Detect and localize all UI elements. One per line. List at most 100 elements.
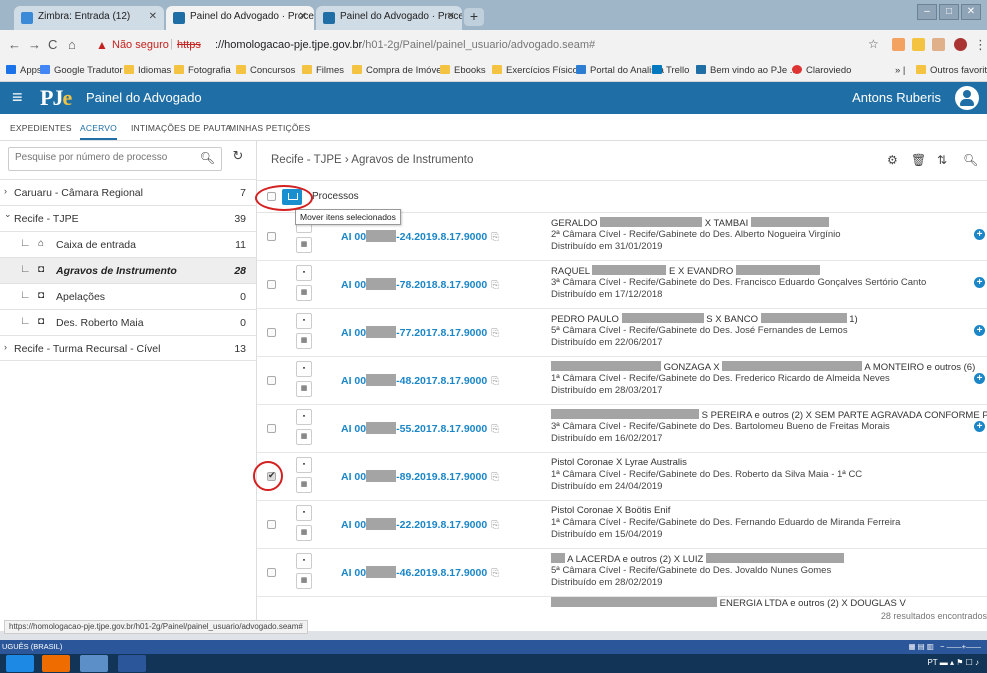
document-icon[interactable]: ▪ xyxy=(296,553,312,569)
document-icon[interactable]: ▪ xyxy=(296,457,312,473)
calendar-icon[interactable]: ▦ xyxy=(296,477,312,493)
profile-icon[interactable] xyxy=(954,38,967,51)
reload-icon[interactable]: C xyxy=(48,37,57,52)
calendar-icon[interactable]: ▦ xyxy=(296,285,312,301)
tree-item-agravos[interactable]: ∟ ◘ Agravos de Instrumento 28 xyxy=(0,257,256,283)
new-tab-button[interactable]: + xyxy=(464,8,484,26)
process-number-link[interactable]: AI 00 -55.2017.8.17.9000 ⎘ xyxy=(341,422,499,435)
bookmark-other[interactable]: Outros favoritos xyxy=(916,65,987,76)
process-number-link[interactable]: AI 00 -24.2019.8.17.9000 ⎘ xyxy=(341,230,499,243)
copy-icon[interactable]: ⎘ xyxy=(491,424,499,435)
start-button[interactable] xyxy=(6,655,34,672)
search-icon[interactable]: 🔍︎ xyxy=(963,153,978,167)
browser-tab-painel[interactable]: Painel do Advogado · Processo J ✕ xyxy=(316,6,462,30)
bookmark-idiomas[interactable]: Idiomas xyxy=(124,65,171,76)
table-row[interactable]: ▪ ▦ AI 00 -78.2018.8.17.9000 ⎘ RAQUEL E X … xyxy=(257,261,987,309)
document-icon[interactable]: ▪ xyxy=(296,361,312,377)
extension-icon[interactable] xyxy=(892,38,905,51)
copy-icon[interactable]: ⎘ xyxy=(491,232,499,243)
process-number-link[interactable]: AI 00 -78.2018.8.17.9000 ⎘ xyxy=(341,278,499,291)
firefox-icon[interactable] xyxy=(42,655,70,672)
close-window-icon[interactable]: ✕ xyxy=(961,4,981,20)
extension-icon[interactable] xyxy=(912,38,925,51)
row-checkbox[interactable] xyxy=(267,328,276,337)
table-row[interactable]: ▪ ▦ AI 00 -46.2019.8.17.9000 ⎘ A LACERDA e… xyxy=(257,549,987,597)
sort-icon[interactable]: ⇅ xyxy=(937,153,947,167)
kebab-menu-icon[interactable]: ⋮ xyxy=(974,37,987,53)
calendar-icon[interactable]: ▦ xyxy=(296,573,312,589)
document-icon[interactable]: ▪ xyxy=(296,409,312,425)
calendar-icon[interactable]: ▦ xyxy=(296,237,312,253)
row-checkbox[interactable] xyxy=(267,376,276,385)
bookmark-pje[interactable]: Bem vindo ao PJe ... xyxy=(696,65,798,76)
table-row[interactable]: ▪ ▦ AI 00 -77.2017.8.17.9000 ⎘ PEDRO PAULO… xyxy=(257,309,987,357)
user-name[interactable]: Antons Ruberis xyxy=(852,90,941,105)
tree-item-caruaru[interactable]: › Caruaru - Câmara Regional 7 xyxy=(0,179,256,205)
add-icon[interactable]: + xyxy=(974,277,985,288)
document-icon[interactable]: ▪ xyxy=(296,505,312,521)
forward-icon[interactable]: → xyxy=(28,37,41,52)
calendar-icon[interactable]: ▦ xyxy=(296,525,312,541)
add-icon[interactable]: + xyxy=(974,421,985,432)
calendar-icon[interactable]: ▦ xyxy=(296,429,312,445)
star-icon[interactable]: ☆ xyxy=(868,37,879,51)
maximize-icon[interactable]: □ xyxy=(939,4,959,20)
explorer-icon[interactable] xyxy=(80,655,108,672)
tree-item-recife-tjpe[interactable]: ⌄ Recife - TJPE 39 xyxy=(0,205,256,231)
zoom-slider[interactable]: ▦ ▤ ▥ − ——+—— xyxy=(908,642,981,651)
copy-icon[interactable]: ⎘ xyxy=(491,376,499,387)
process-number-link[interactable]: AI 00 -89.2019.8.17.9000 ⎘ xyxy=(341,470,499,483)
copy-icon[interactable]: ⎘ xyxy=(491,328,499,339)
tab-minhas-peticoes[interactable]: MINHAS PETIÇÕES xyxy=(229,123,310,133)
process-number-link[interactable]: AI 00 -48.2017.8.17.9000 ⎘ xyxy=(341,374,499,387)
row-checkbox[interactable] xyxy=(267,424,276,433)
bookmark-google-tradutor[interactable]: Google Tradutor xyxy=(40,65,123,76)
extension-icon[interactable] xyxy=(932,38,945,51)
close-icon[interactable]: ✕ xyxy=(447,11,455,22)
bookmark-portal-analista[interactable]: Portal do Analista xyxy=(576,65,664,76)
row-checkbox[interactable] xyxy=(267,520,276,529)
close-icon[interactable]: ✕ xyxy=(299,11,307,22)
row-checkbox[interactable] xyxy=(267,232,276,241)
minimize-icon[interactable]: – xyxy=(917,4,937,20)
table-row-partial[interactable]: ENERGIA LTDA e outros (2) X DOUGLAS V xyxy=(257,597,987,609)
table-row[interactable]: ▪ ▦ AI 00 -48.2017.8.17.9000 ⎘ GONZAGA X A… xyxy=(257,357,987,405)
copy-icon[interactable]: ⎘ xyxy=(491,280,499,291)
bookmark-ebooks[interactable]: Ebooks xyxy=(440,65,486,76)
trash-icon[interactable]: 🗑︎ xyxy=(911,153,926,167)
bookmark-claroviedo[interactable]: Claroviedo xyxy=(792,65,851,76)
calendar-icon[interactable]: ▦ xyxy=(296,333,312,349)
add-icon[interactable]: + xyxy=(974,325,985,336)
bookmark-fotografia[interactable]: Fotografia xyxy=(174,65,231,76)
browser-tab-painel-active[interactable]: Painel do Advogado · Processo J ✕ xyxy=(166,6,314,30)
table-row[interactable]: ▪ ▦ AI 00-89.2019.8.17.9000⎘ Pistol Coro… xyxy=(257,453,987,501)
word-icon[interactable] xyxy=(118,655,146,672)
bookmark-compra-imovel[interactable]: Compra de Imóvel xyxy=(352,65,444,76)
avatar[interactable] xyxy=(955,86,979,110)
add-icon[interactable]: + xyxy=(974,373,985,384)
close-icon[interactable]: ✕ xyxy=(149,11,157,22)
bookmark-filmes[interactable]: Filmes xyxy=(302,65,344,76)
process-number-link[interactable]: AI 00 -22.2019.8.17.9000 ⎘ xyxy=(341,518,499,531)
tree-item-apelacoes[interactable]: ∟ ◘ Apelações 0 xyxy=(0,283,256,309)
home-icon[interactable]: ⌂ xyxy=(68,37,76,52)
document-icon[interactable]: ▪ xyxy=(296,313,312,329)
tab-expedientes[interactable]: EXPEDIENTES xyxy=(10,123,72,133)
calendar-icon[interactable]: ▦ xyxy=(296,381,312,397)
add-icon[interactable]: + xyxy=(974,229,985,240)
tab-intimacoes-pauta[interactable]: INTIMAÇÕES DE PAUTA xyxy=(131,123,231,133)
hamburger-menu-icon[interactable]: ≡ xyxy=(12,87,23,108)
document-icon[interactable]: ▪ xyxy=(296,265,312,281)
bookmark-exercicios[interactable]: Exercícios Físicos xyxy=(492,65,583,76)
copy-icon[interactable]: ⎘ xyxy=(491,568,499,579)
bookmark-concursos[interactable]: Concursos xyxy=(236,65,295,76)
copy-icon[interactable]: ⎘ xyxy=(491,520,499,531)
browser-tab-zimbra[interactable]: Zimbra: Entrada (12) ✕ xyxy=(14,6,164,30)
tab-acervo[interactable]: ACERVO xyxy=(80,123,117,140)
process-number-link[interactable]: AI 00 -46.2019.8.17.9000 ⎘ xyxy=(341,566,499,579)
row-checkbox[interactable] xyxy=(267,280,276,289)
gear-icon[interactable]: ⚙ xyxy=(887,153,898,167)
url-field[interactable]: ▲ Não seguro | https ://homologacao-pje.… xyxy=(90,34,860,56)
bookmark-trello[interactable]: Trello xyxy=(652,65,689,76)
row-checkbox[interactable] xyxy=(267,568,276,577)
